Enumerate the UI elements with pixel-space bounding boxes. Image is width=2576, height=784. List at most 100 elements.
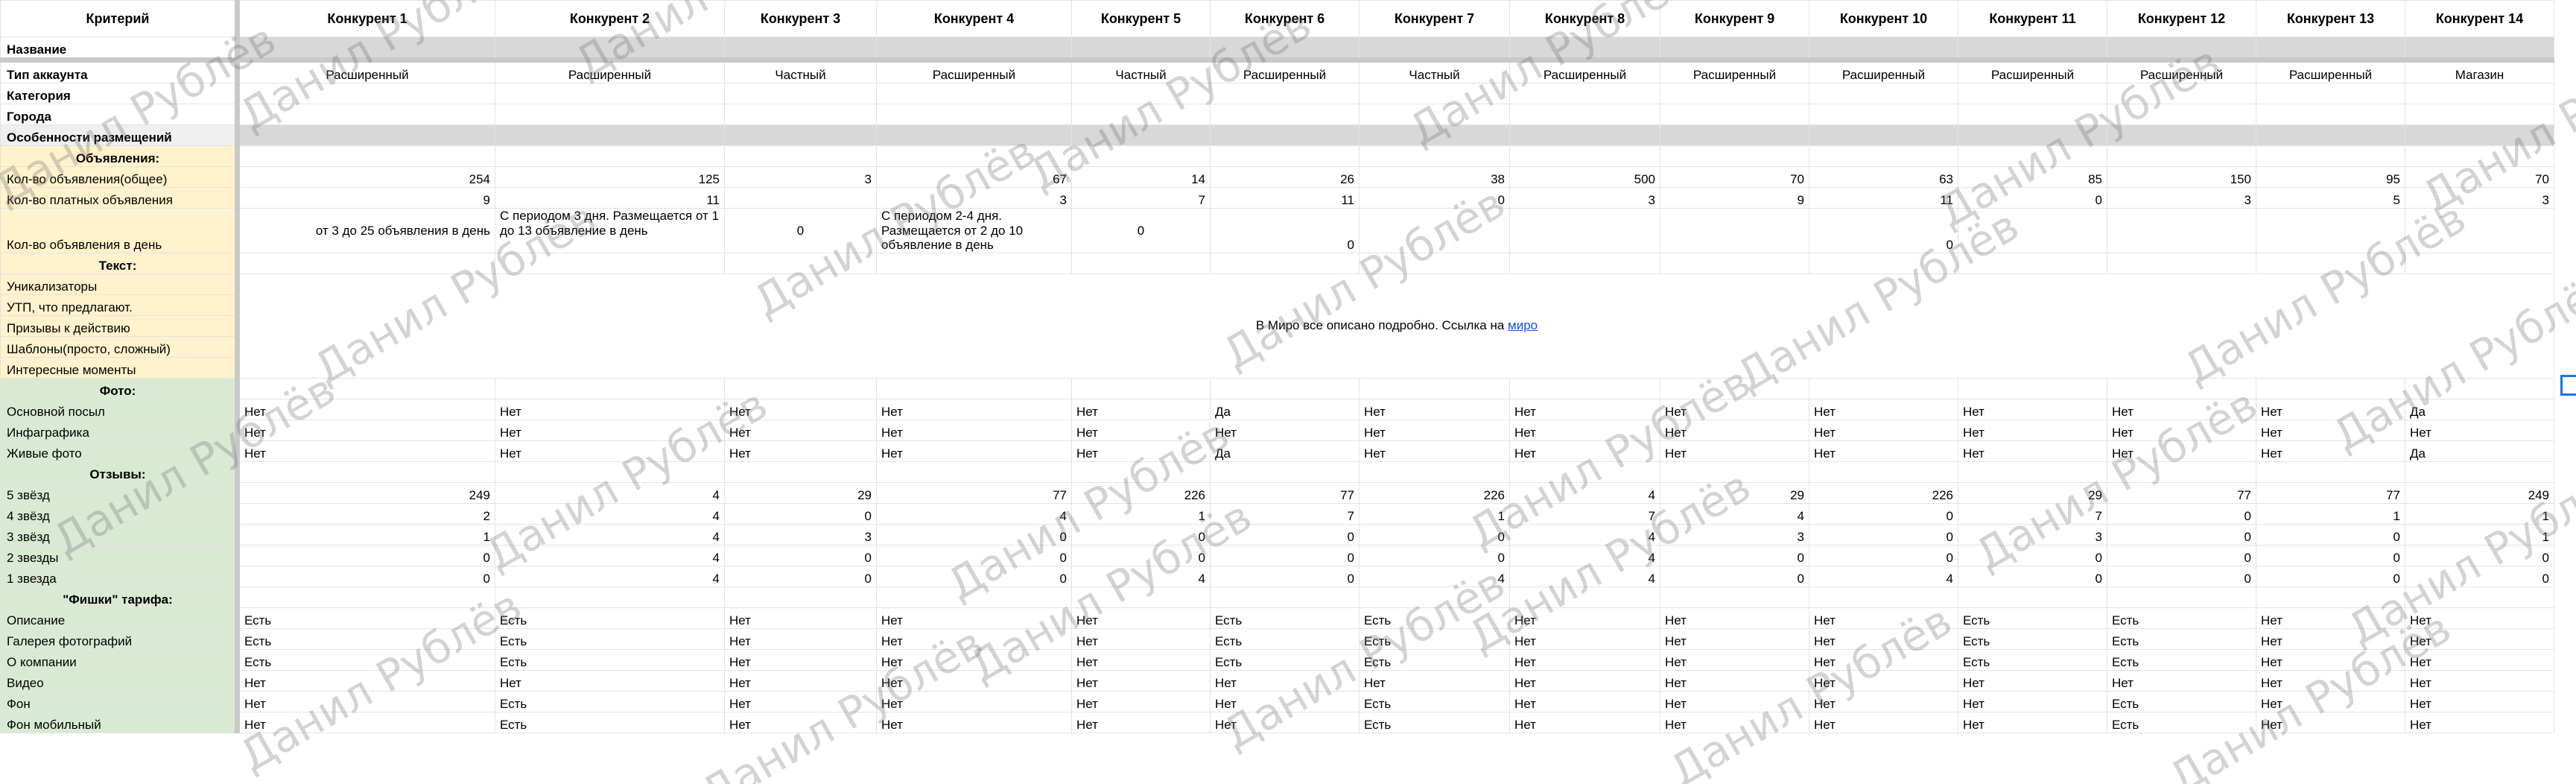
gallery-cell[interactable]: Нет	[1071, 627, 1211, 650]
section-blank-cell[interactable]	[1071, 461, 1211, 483]
ads_paid-cell[interactable]: 3	[876, 187, 1072, 209]
stars2-cell[interactable]: 4	[1509, 544, 1660, 566]
stars2-cell[interactable]: 0	[2107, 544, 2256, 566]
background_mobile-cell[interactable]: Нет	[1071, 711, 1211, 733]
video-cell[interactable]: Нет	[1071, 669, 1211, 692]
stars2-cell[interactable]: 0	[876, 544, 1072, 566]
description-cell[interactable]: Нет	[1809, 607, 1958, 629]
section-blank-cell[interactable]	[1809, 145, 1958, 167]
live_photo-cell[interactable]: Нет	[1809, 440, 1958, 462]
row-label-usp[interactable]: УТП, что предлагают.	[0, 294, 240, 316]
section-blank-cell[interactable]	[2256, 252, 2405, 274]
competitor-header-7[interactable]: Конкурент 7	[1359, 0, 1510, 37]
ads_total-cell[interactable]: 38	[1359, 166, 1510, 188]
description-cell[interactable]: Есть	[495, 607, 725, 629]
main_message-cell[interactable]: Да	[1210, 398, 1360, 420]
account_type-cell[interactable]: Расширенный	[2256, 60, 2405, 83]
background_mobile-cell[interactable]: Есть	[495, 711, 725, 733]
section-blank-cell[interactable]	[1958, 252, 2107, 274]
background-cell[interactable]: Нет	[1509, 690, 1660, 712]
description-cell[interactable]: Нет	[2256, 607, 2405, 629]
name-cell[interactable]	[724, 37, 877, 63]
ads_paid-cell[interactable]: 9	[237, 187, 495, 209]
about-cell[interactable]: Нет	[1071, 648, 1211, 671]
ads-per-day-cell[interactable]	[1359, 208, 1510, 253]
video-cell[interactable]: Нет	[1359, 669, 1510, 692]
stars2-cell[interactable]: 0	[2405, 544, 2554, 566]
live_photo-cell[interactable]: Нет	[495, 440, 725, 462]
section-blank-cell[interactable]	[1509, 145, 1660, 167]
category-cell[interactable]	[2107, 83, 2256, 104]
ads_total-cell[interactable]: 70	[2405, 166, 2554, 188]
competitor-header-4[interactable]: Конкурент 4	[876, 0, 1072, 37]
infographic-cell[interactable]: Нет	[1809, 419, 1958, 441]
stars3-cell[interactable]: 1	[2405, 523, 2554, 546]
main_message-cell[interactable]: Нет	[724, 398, 877, 420]
cities-cell[interactable]	[1660, 104, 1809, 125]
stars5-cell[interactable]: 4	[1509, 481, 1660, 504]
section-blank-cell[interactable]	[2107, 461, 2256, 483]
header-label-cell[interactable]: Критерий	[0, 0, 240, 37]
stars2-cell[interactable]: 0	[1210, 544, 1360, 566]
stars3-cell[interactable]: 0	[1809, 523, 1958, 546]
section-blank-cell[interactable]	[724, 586, 877, 608]
section-blank-cell[interactable]	[2405, 586, 2554, 608]
infographic-cell[interactable]: Нет	[724, 419, 877, 441]
live_photo-cell[interactable]: Нет	[724, 440, 877, 462]
about-cell[interactable]: Нет	[724, 648, 877, 671]
ads_total-cell[interactable]: 150	[2107, 166, 2256, 188]
name-cell[interactable]	[1071, 37, 1211, 63]
cities-cell[interactable]	[876, 104, 1072, 125]
video-cell[interactable]: Нет	[1210, 669, 1360, 692]
live_photo-cell[interactable]: Нет	[237, 440, 495, 462]
section-blank-cell[interactable]	[1071, 586, 1211, 608]
name-cell[interactable]	[1958, 37, 2107, 63]
stars4-cell[interactable]: 4	[495, 502, 725, 525]
competitor-header-12[interactable]: Конкурент 12	[2107, 0, 2256, 37]
row-label-ads_per_day[interactable]: Кол-во объявления в день	[0, 208, 240, 253]
live_photo-cell[interactable]: Нет	[1509, 440, 1660, 462]
cities-cell[interactable]	[1071, 104, 1211, 125]
live_photo-cell[interactable]: Да	[2405, 440, 2554, 462]
gallery-cell[interactable]: Нет	[2256, 627, 2405, 650]
row-label-stars4[interactable]: 4 звёзд	[0, 502, 240, 525]
section-blank-cell[interactable]	[1359, 586, 1510, 608]
ads_paid-cell[interactable]: 11	[1809, 187, 1958, 209]
section-blank-cell[interactable]	[724, 252, 877, 274]
description-cell[interactable]: Есть	[237, 607, 495, 629]
cities-cell[interactable]	[237, 104, 495, 125]
stars4-cell[interactable]: 7	[1509, 502, 1660, 525]
section-blank-cell[interactable]	[1958, 461, 2107, 483]
about-cell[interactable]: Есть	[1210, 648, 1360, 671]
main_message-cell[interactable]: Нет	[1660, 398, 1809, 420]
ads_total-cell[interactable]: 63	[1809, 166, 1958, 188]
section-blank-cell[interactable]	[876, 586, 1072, 608]
background_mobile-cell[interactable]: Нет	[237, 711, 495, 733]
category-cell[interactable]	[2256, 83, 2405, 104]
stars3-cell[interactable]: 4	[1509, 523, 1660, 546]
section-blank-cell[interactable]	[2256, 586, 2405, 608]
background-cell[interactable]: Нет	[1071, 690, 1211, 712]
competitor-header-13[interactable]: Конкурент 13	[2256, 0, 2405, 37]
row-label-description[interactable]: Описание	[0, 607, 240, 629]
background-cell[interactable]: Нет	[1809, 690, 1958, 712]
ads_total-cell[interactable]: 14	[1071, 166, 1211, 188]
background-cell[interactable]: Нет	[2256, 690, 2405, 712]
description-cell[interactable]: Есть	[1359, 607, 1510, 629]
gallery-cell[interactable]: Есть	[2107, 627, 2256, 650]
ads-per-day-cell[interactable]	[1958, 208, 2107, 253]
stars1-cell[interactable]: 0	[1660, 565, 1809, 587]
row-label-video[interactable]: Видео	[0, 669, 240, 692]
video-cell[interactable]: Нет	[724, 669, 877, 692]
ads-per-day-cell[interactable]	[2107, 208, 2256, 253]
background_mobile-cell[interactable]: Нет	[1509, 711, 1660, 733]
gallery-cell[interactable]: Есть	[1210, 627, 1360, 650]
placement-cell[interactable]	[1509, 124, 1660, 146]
cities-cell[interactable]	[1958, 104, 2107, 125]
ads-per-day-cell[interactable]: 0	[1071, 208, 1211, 253]
miro-link[interactable]: миро	[1508, 318, 1538, 332]
account_type-cell[interactable]: Расширенный	[1958, 60, 2107, 83]
stars2-cell[interactable]: 0	[1809, 544, 1958, 566]
about-cell[interactable]: Есть	[237, 648, 495, 671]
row-label-gallery[interactable]: Галерея фотографий	[0, 627, 240, 650]
